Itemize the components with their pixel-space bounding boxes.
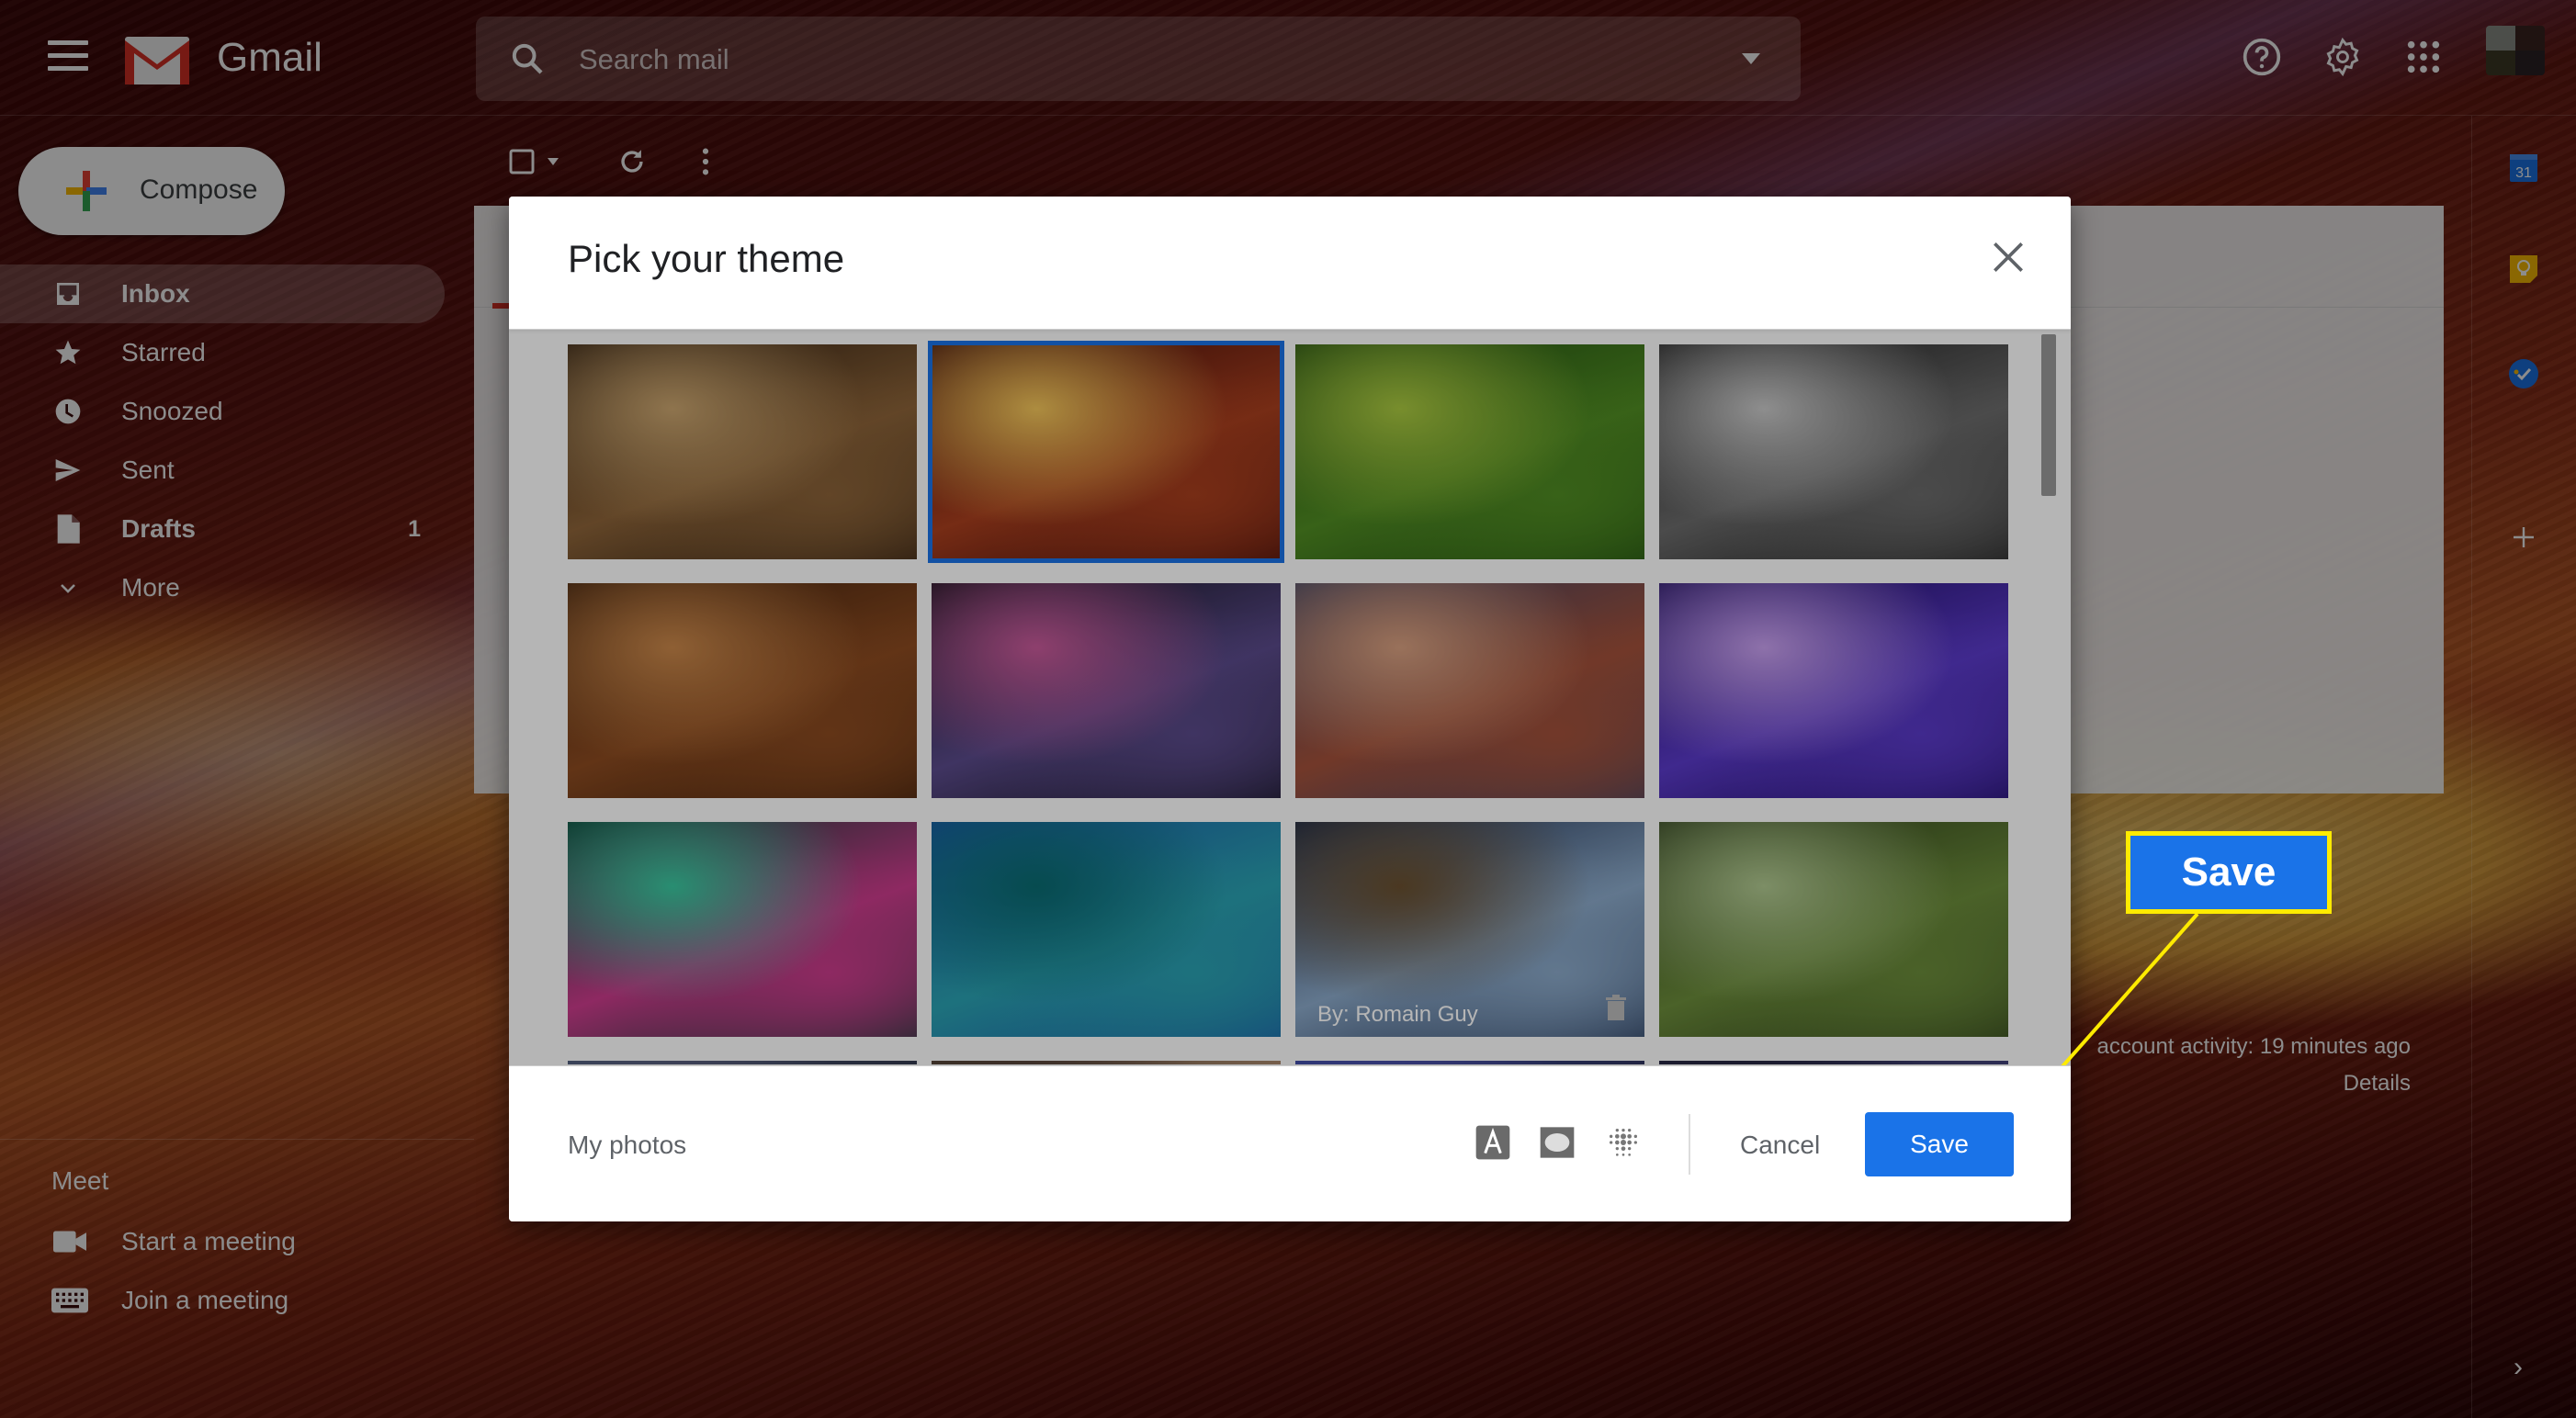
theme-tile[interactable] <box>568 583 917 798</box>
theme-tile[interactable] <box>1295 344 1644 559</box>
theme-grid-scroll: By: Romain Guy <box>509 330 2071 1064</box>
delete-icon[interactable] <box>1606 995 1626 1020</box>
photo-credit: By: Romain Guy <box>1317 1002 1478 1027</box>
theme-tile[interactable] <box>568 344 917 559</box>
save-button[interactable]: Save <box>1865 1112 2014 1176</box>
footer-divider <box>1689 1114 1690 1175</box>
theme-tile[interactable] <box>928 341 1284 563</box>
close-icon[interactable] <box>1988 237 2028 277</box>
blur-button[interactable] <box>1604 1123 1643 1162</box>
vignette-button[interactable] <box>1538 1123 1576 1162</box>
text-background-button[interactable] <box>1474 1123 1512 1162</box>
dialog-scrollbar[interactable] <box>2041 334 2056 496</box>
blur-icon <box>1610 1129 1637 1156</box>
theme-tile[interactable] <box>1295 1061 1644 1064</box>
theme-picker-dialog: Pick your theme By: Romain Guy My photos… <box>509 197 2071 1221</box>
theme-tile[interactable] <box>1659 344 2008 559</box>
theme-tile[interactable] <box>568 1061 917 1064</box>
dialog-title: Pick your theme <box>568 237 845 280</box>
my-photos-link[interactable]: My photos <box>568 1131 686 1160</box>
theme-grid: By: Romain Guy <box>568 341 2008 1064</box>
theme-tile[interactable] <box>1295 583 1644 798</box>
theme-tile[interactable] <box>1659 583 2008 798</box>
vignette-icon <box>1540 1127 1575 1158</box>
text-background-icon <box>1475 1125 1510 1160</box>
cancel-button[interactable]: Cancel <box>1722 1120 1838 1171</box>
save-callout-label: Save <box>2126 831 2332 914</box>
theme-tile[interactable] <box>932 583 1281 798</box>
theme-tile[interactable]: By: Romain Guy <box>1295 822 1644 1037</box>
theme-tile[interactable] <box>568 822 917 1037</box>
dialog-footer: My photos Cancel Save <box>509 1065 2071 1221</box>
theme-tile[interactable] <box>1659 1061 2008 1064</box>
theme-tile[interactable] <box>1659 822 2008 1037</box>
theme-tile[interactable] <box>932 1061 1281 1064</box>
dialog-header: Pick your theme <box>509 197 2071 330</box>
theme-tile[interactable] <box>932 822 1281 1037</box>
